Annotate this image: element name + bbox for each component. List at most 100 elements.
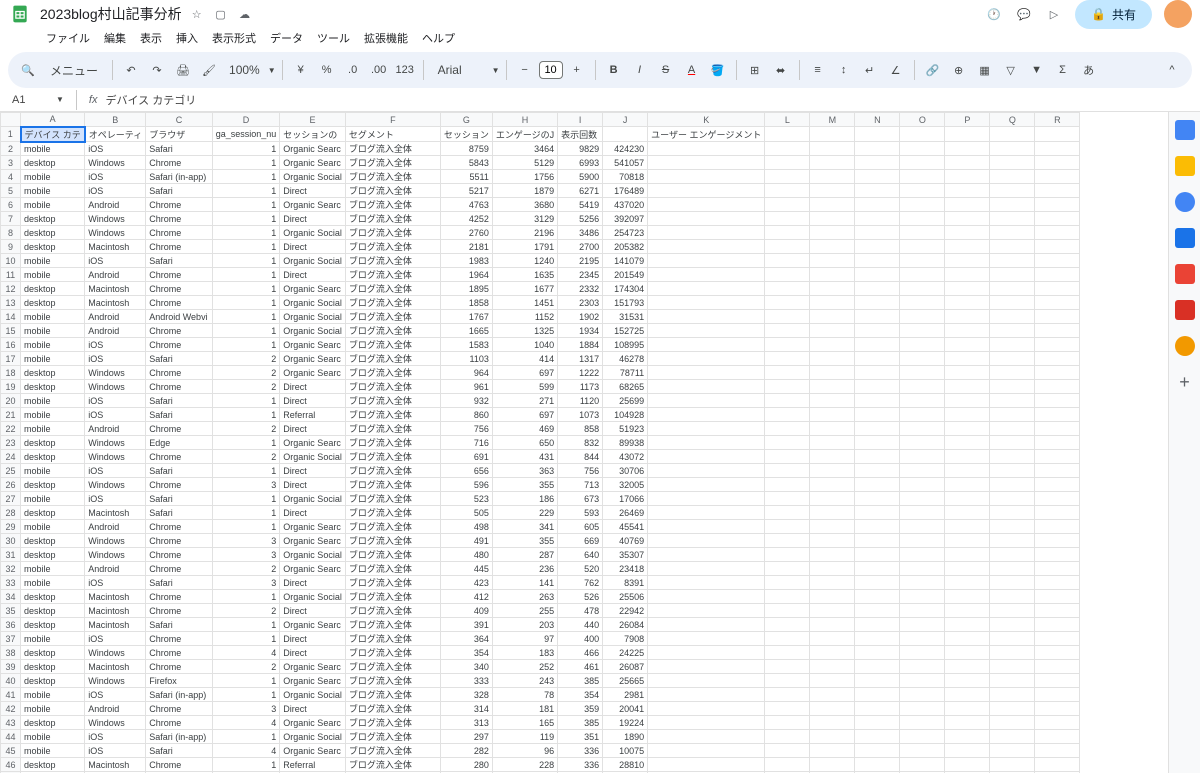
cell[interactable]: 3	[212, 702, 280, 716]
cell[interactable]	[648, 534, 765, 548]
cell[interactable]: Windows	[85, 226, 146, 240]
cell[interactable]	[990, 198, 1035, 212]
cell[interactable]: Chrome	[146, 226, 213, 240]
cell[interactable]: 35307	[603, 548, 648, 562]
cell[interactable]	[648, 492, 765, 506]
cell[interactable]: 2	[212, 366, 280, 380]
cell[interactable]	[945, 198, 990, 212]
cell[interactable]: Edge	[146, 436, 213, 450]
cell[interactable]: Organic Searc	[280, 562, 346, 576]
cell[interactable]: mobile	[21, 324, 85, 338]
zoom-select[interactable]: 100%	[223, 61, 266, 79]
cell[interactable]: desktop	[21, 212, 85, 226]
row-header[interactable]: 39	[1, 660, 21, 674]
align-v-icon[interactable]: ↕	[832, 58, 856, 82]
cell[interactable]: Safari	[146, 184, 213, 198]
menu-format[interactable]: 表示形式	[206, 28, 262, 48]
cell[interactable]: Windows	[85, 716, 146, 730]
cell[interactable]: 1	[212, 156, 280, 170]
cell[interactable]	[810, 212, 855, 226]
cell[interactable]	[765, 450, 810, 464]
cell[interactable]	[855, 156, 900, 170]
cell[interactable]: Referral	[280, 408, 346, 422]
cell[interactable]	[810, 506, 855, 520]
cell[interactable]: 45541	[603, 520, 648, 534]
cell[interactable]: 1583	[440, 338, 492, 352]
fill-color-icon[interactable]: 🪣	[706, 58, 730, 82]
cell[interactable]	[855, 646, 900, 660]
cell[interactable]	[1035, 506, 1080, 520]
cell[interactable]: Safari	[146, 352, 213, 366]
cell[interactable]: 3	[212, 548, 280, 562]
cell[interactable]	[945, 702, 990, 716]
cell[interactable]: 32005	[603, 478, 648, 492]
cell[interactable]	[855, 212, 900, 226]
cell[interactable]: Chrome	[146, 520, 213, 534]
cell[interactable]: ブログ流入全体	[345, 702, 440, 716]
cell[interactable]	[810, 660, 855, 674]
cell[interactable]: 152725	[603, 324, 648, 338]
cell[interactable]: iOS	[85, 394, 146, 408]
cell[interactable]: 440	[558, 618, 603, 632]
cell[interactable]: 89938	[603, 436, 648, 450]
cell[interactable]	[1035, 590, 1080, 604]
cell[interactable]: Windows	[85, 674, 146, 688]
bold-icon[interactable]: B	[602, 58, 626, 82]
cell[interactable]: 341	[492, 520, 557, 534]
cell[interactable]: desktop	[21, 660, 85, 674]
cell[interactable]	[1035, 702, 1080, 716]
row-header[interactable]: 26	[1, 478, 21, 492]
cell[interactable]: 25699	[603, 394, 648, 408]
cell[interactable]: 400	[558, 632, 603, 646]
cell[interactable]	[810, 618, 855, 632]
cell[interactable]: mobile	[21, 310, 85, 324]
cell[interactable]	[945, 660, 990, 674]
cell[interactable]	[945, 604, 990, 618]
cell[interactable]	[648, 520, 765, 534]
cell[interactable]: 8759	[440, 142, 492, 156]
row-header[interactable]: 6	[1, 198, 21, 212]
cell[interactable]: 25506	[603, 590, 648, 604]
cell[interactable]	[900, 198, 945, 212]
cell[interactable]: 1879	[492, 184, 557, 198]
cell[interactable]	[1035, 646, 1080, 660]
col-header[interactable]: H	[492, 113, 557, 127]
cell[interactable]: Windows	[85, 646, 146, 660]
cell[interactable]	[945, 352, 990, 366]
cell[interactable]: 228	[492, 758, 557, 772]
cell[interactable]: 25665	[603, 674, 648, 688]
cell[interactable]: ga_session_nu	[212, 127, 280, 142]
cell[interactable]	[1035, 520, 1080, 534]
cell[interactable]	[765, 464, 810, 478]
cell[interactable]: 1	[212, 758, 280, 772]
comment-icon[interactable]: 💬	[1015, 5, 1033, 23]
cell[interactable]	[945, 646, 990, 660]
cell[interactable]: Chrome	[146, 632, 213, 646]
cell[interactable]: ブログ流入全体	[345, 478, 440, 492]
cell[interactable]: iOS	[85, 492, 146, 506]
cell[interactable]: 1	[212, 212, 280, 226]
cell[interactable]	[765, 127, 810, 142]
cell[interactable]	[855, 324, 900, 338]
cell[interactable]: desktop	[21, 240, 85, 254]
cell[interactable]	[765, 268, 810, 282]
cell[interactable]: Chrome	[146, 268, 213, 282]
cell[interactable]: mobile	[21, 688, 85, 702]
cell[interactable]: Direct	[280, 478, 346, 492]
cell[interactable]	[765, 758, 810, 772]
cell[interactable]	[900, 590, 945, 604]
col-header[interactable]: L	[765, 113, 810, 127]
cell[interactable]	[765, 646, 810, 660]
cell[interactable]: 1	[212, 142, 280, 156]
cell[interactable]: iOS	[85, 632, 146, 646]
cell[interactable]: Android	[85, 520, 146, 534]
cell[interactable]	[1035, 282, 1080, 296]
cell[interactable]: 2981	[603, 688, 648, 702]
cell[interactable]: 1	[212, 632, 280, 646]
cell[interactable]	[855, 408, 900, 422]
col-header[interactable]: I	[558, 113, 603, 127]
cell[interactable]	[900, 520, 945, 534]
cell[interactable]	[810, 772, 855, 774]
cell[interactable]	[945, 674, 990, 688]
cell[interactable]	[810, 604, 855, 618]
